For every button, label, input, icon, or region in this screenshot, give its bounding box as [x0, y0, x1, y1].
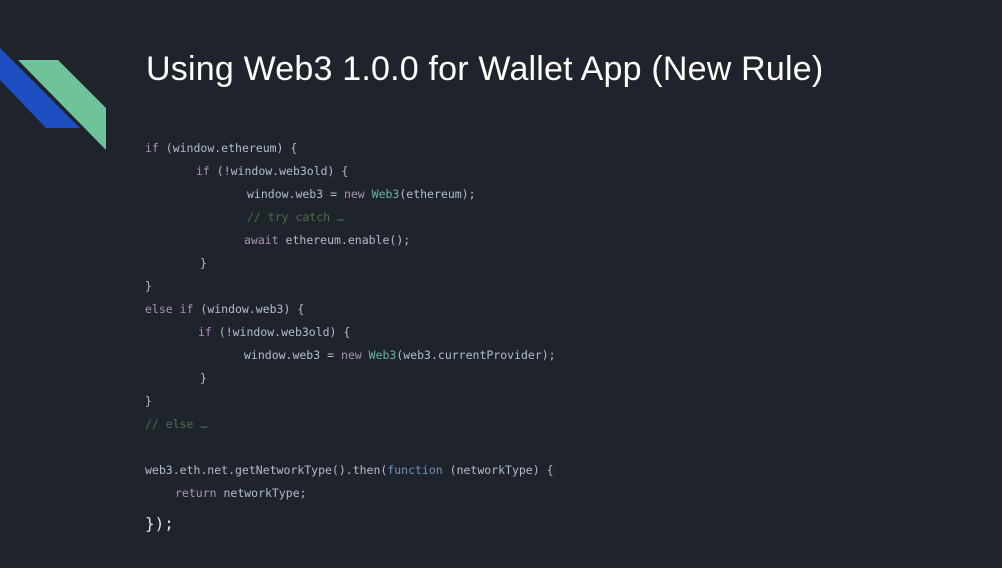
code-line-4: // try catch …: [247, 207, 344, 227]
code-keyword: if: [196, 164, 210, 178]
code-keyword: if: [198, 325, 212, 339]
code-line-7: }: [145, 276, 152, 296]
code-text: (!window.web3old) {: [211, 325, 351, 339]
code-text: (ethereum);: [399, 187, 476, 201]
code-text: }: [145, 394, 152, 408]
slide-title: Using Web3 1.0.0 for Wallet App (New Rul…: [146, 50, 824, 88]
code-text: (window.web3) {: [193, 302, 305, 316]
code-text: (window.ethereum) {: [158, 141, 298, 155]
code-keyword: return: [175, 486, 217, 500]
code-class: Web3: [371, 187, 400, 201]
code-line-8: else if (window.web3) {: [145, 299, 304, 319]
code-class: Web3: [368, 348, 397, 362]
code-keyword: await: [244, 233, 279, 247]
code-text: }: [145, 279, 152, 293]
slide: Using Web3 1.0.0 for Wallet App (New Rul…: [0, 0, 1002, 568]
code-text: }: [200, 371, 207, 385]
code-line-15: return networkType;: [175, 483, 307, 503]
code-text: window.web3 =: [247, 187, 344, 201]
code-line-12: }: [145, 391, 152, 411]
code-line-13: // else …: [145, 414, 207, 434]
code-line-2: if (!window.web3old) {: [196, 161, 348, 181]
corner-decoration: [0, 48, 106, 150]
code-keyword: if: [145, 141, 159, 155]
code-comment: // try catch …: [247, 210, 344, 224]
code-comment: // else …: [145, 417, 208, 431]
code-function-keyword: function: [387, 463, 443, 477]
code-text: }: [200, 256, 207, 270]
code-text: (networkType) {: [442, 463, 554, 477]
code-line-14: web3.eth.net.getNetworkType().then(funct…: [145, 460, 554, 480]
code-line-11: }: [200, 368, 207, 388]
code-text: });: [145, 514, 174, 533]
code-line-6: }: [200, 253, 207, 273]
code-line-10: window.web3 = new Web3(web3.currentProvi…: [244, 345, 556, 365]
code-keyword: new: [343, 187, 365, 201]
code-text: web3.eth.net.getNetworkType().then(: [145, 463, 388, 477]
code-keyword: else if: [145, 302, 194, 316]
code-text: (web3.currentProvider);: [396, 348, 556, 362]
code-text: ethereum.enable();: [278, 233, 411, 247]
code-text: networkType;: [216, 486, 307, 500]
code-line-16: });: [145, 514, 174, 534]
code-text: (!window.web3old) {: [209, 164, 349, 178]
code-line-5: await ethereum.enable();: [244, 230, 410, 250]
code-line-3: window.web3 = new Web3(ethereum);: [247, 184, 476, 204]
code-keyword: new: [340, 348, 362, 362]
code-text: window.web3 =: [244, 348, 341, 362]
code-line-9: if (!window.web3old) {: [198, 322, 350, 342]
code-line-1: if (window.ethereum) {: [145, 138, 297, 158]
